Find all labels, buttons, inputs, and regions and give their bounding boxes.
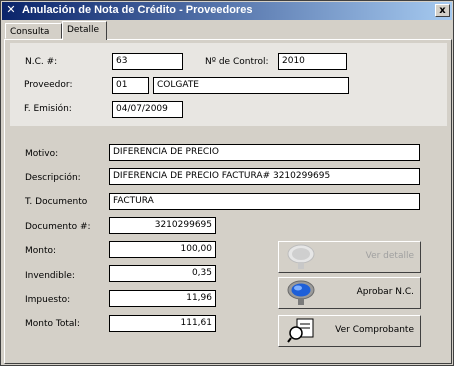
impuesto-field[interactable]: 11,96 [109, 290, 216, 307]
tdoc-label: T. Documento [25, 197, 88, 207]
proveedor-code-field[interactable]: 01 [112, 77, 149, 94]
window-title: Anulación de Nota de Crédito - Proveedor… [22, 4, 253, 16]
ver-comprobante-button[interactable]: Ver Comprobante [278, 315, 421, 347]
control-field[interactable]: 2010 [278, 53, 347, 70]
impuesto-label: Impuesto: [25, 295, 71, 305]
tdoc-field[interactable]: FACTURA [109, 193, 420, 210]
monto-label: Monto: [25, 246, 57, 256]
motivo-label: Motivo: [25, 149, 59, 159]
total-label: Monto Total: [25, 319, 80, 329]
invendible-label: Invendible: [25, 271, 75, 281]
control-label: Nº de Control: [205, 57, 269, 67]
tab-consulta[interactable]: Consulta [5, 23, 62, 39]
magnifier-icon [287, 280, 315, 305]
close-button[interactable]: x [435, 4, 450, 17]
aprobar-button[interactable]: Aprobar N.C. [278, 277, 421, 309]
ver-detalle-button[interactable]: Ver detalle [278, 241, 421, 273]
nc-label: N.C. #: [25, 57, 58, 67]
tab-detalle[interactable]: Detalle [62, 21, 107, 40]
documento-label: Documento #: [25, 222, 91, 232]
emision-field[interactable]: 04/07/2009 [112, 101, 183, 118]
emision-label: F. Emisión: [24, 104, 72, 114]
motivo-field[interactable]: DIFERENCIA DE PRECIO [109, 144, 420, 161]
magnifier-icon [287, 244, 315, 269]
document-magnifier-icon [287, 318, 314, 343]
proveedor-label: Proveedor: [24, 80, 73, 90]
descripcion-label: Descripción: [25, 173, 81, 183]
documento-field[interactable]: 3210299695 [109, 217, 216, 234]
total-field[interactable]: 111,61 [109, 315, 216, 332]
invendible-field[interactable]: 0,35 [109, 265, 216, 282]
descripcion-field[interactable]: DIFERENCIA DE PRECIO FACTURA# 3210299695 [109, 168, 420, 185]
proveedor-name-field[interactable]: COLGATE [153, 77, 349, 94]
ver-detalle-label: Ver detalle [365, 251, 414, 261]
monto-field[interactable]: 100,00 [109, 241, 216, 258]
window: ✕ Anulación de Nota de Crédito - Proveed… [0, 0, 454, 366]
app-x-icon: ✕ [6, 3, 16, 16]
aprobar-label: Aprobar N.C. [356, 287, 414, 297]
ver-comprobante-label: Ver Comprobante [335, 325, 414, 335]
title-bar[interactable]: ✕ Anulación de Nota de Crédito - Proveed… [2, 2, 452, 20]
nc-field[interactable]: 63 [112, 53, 183, 70]
